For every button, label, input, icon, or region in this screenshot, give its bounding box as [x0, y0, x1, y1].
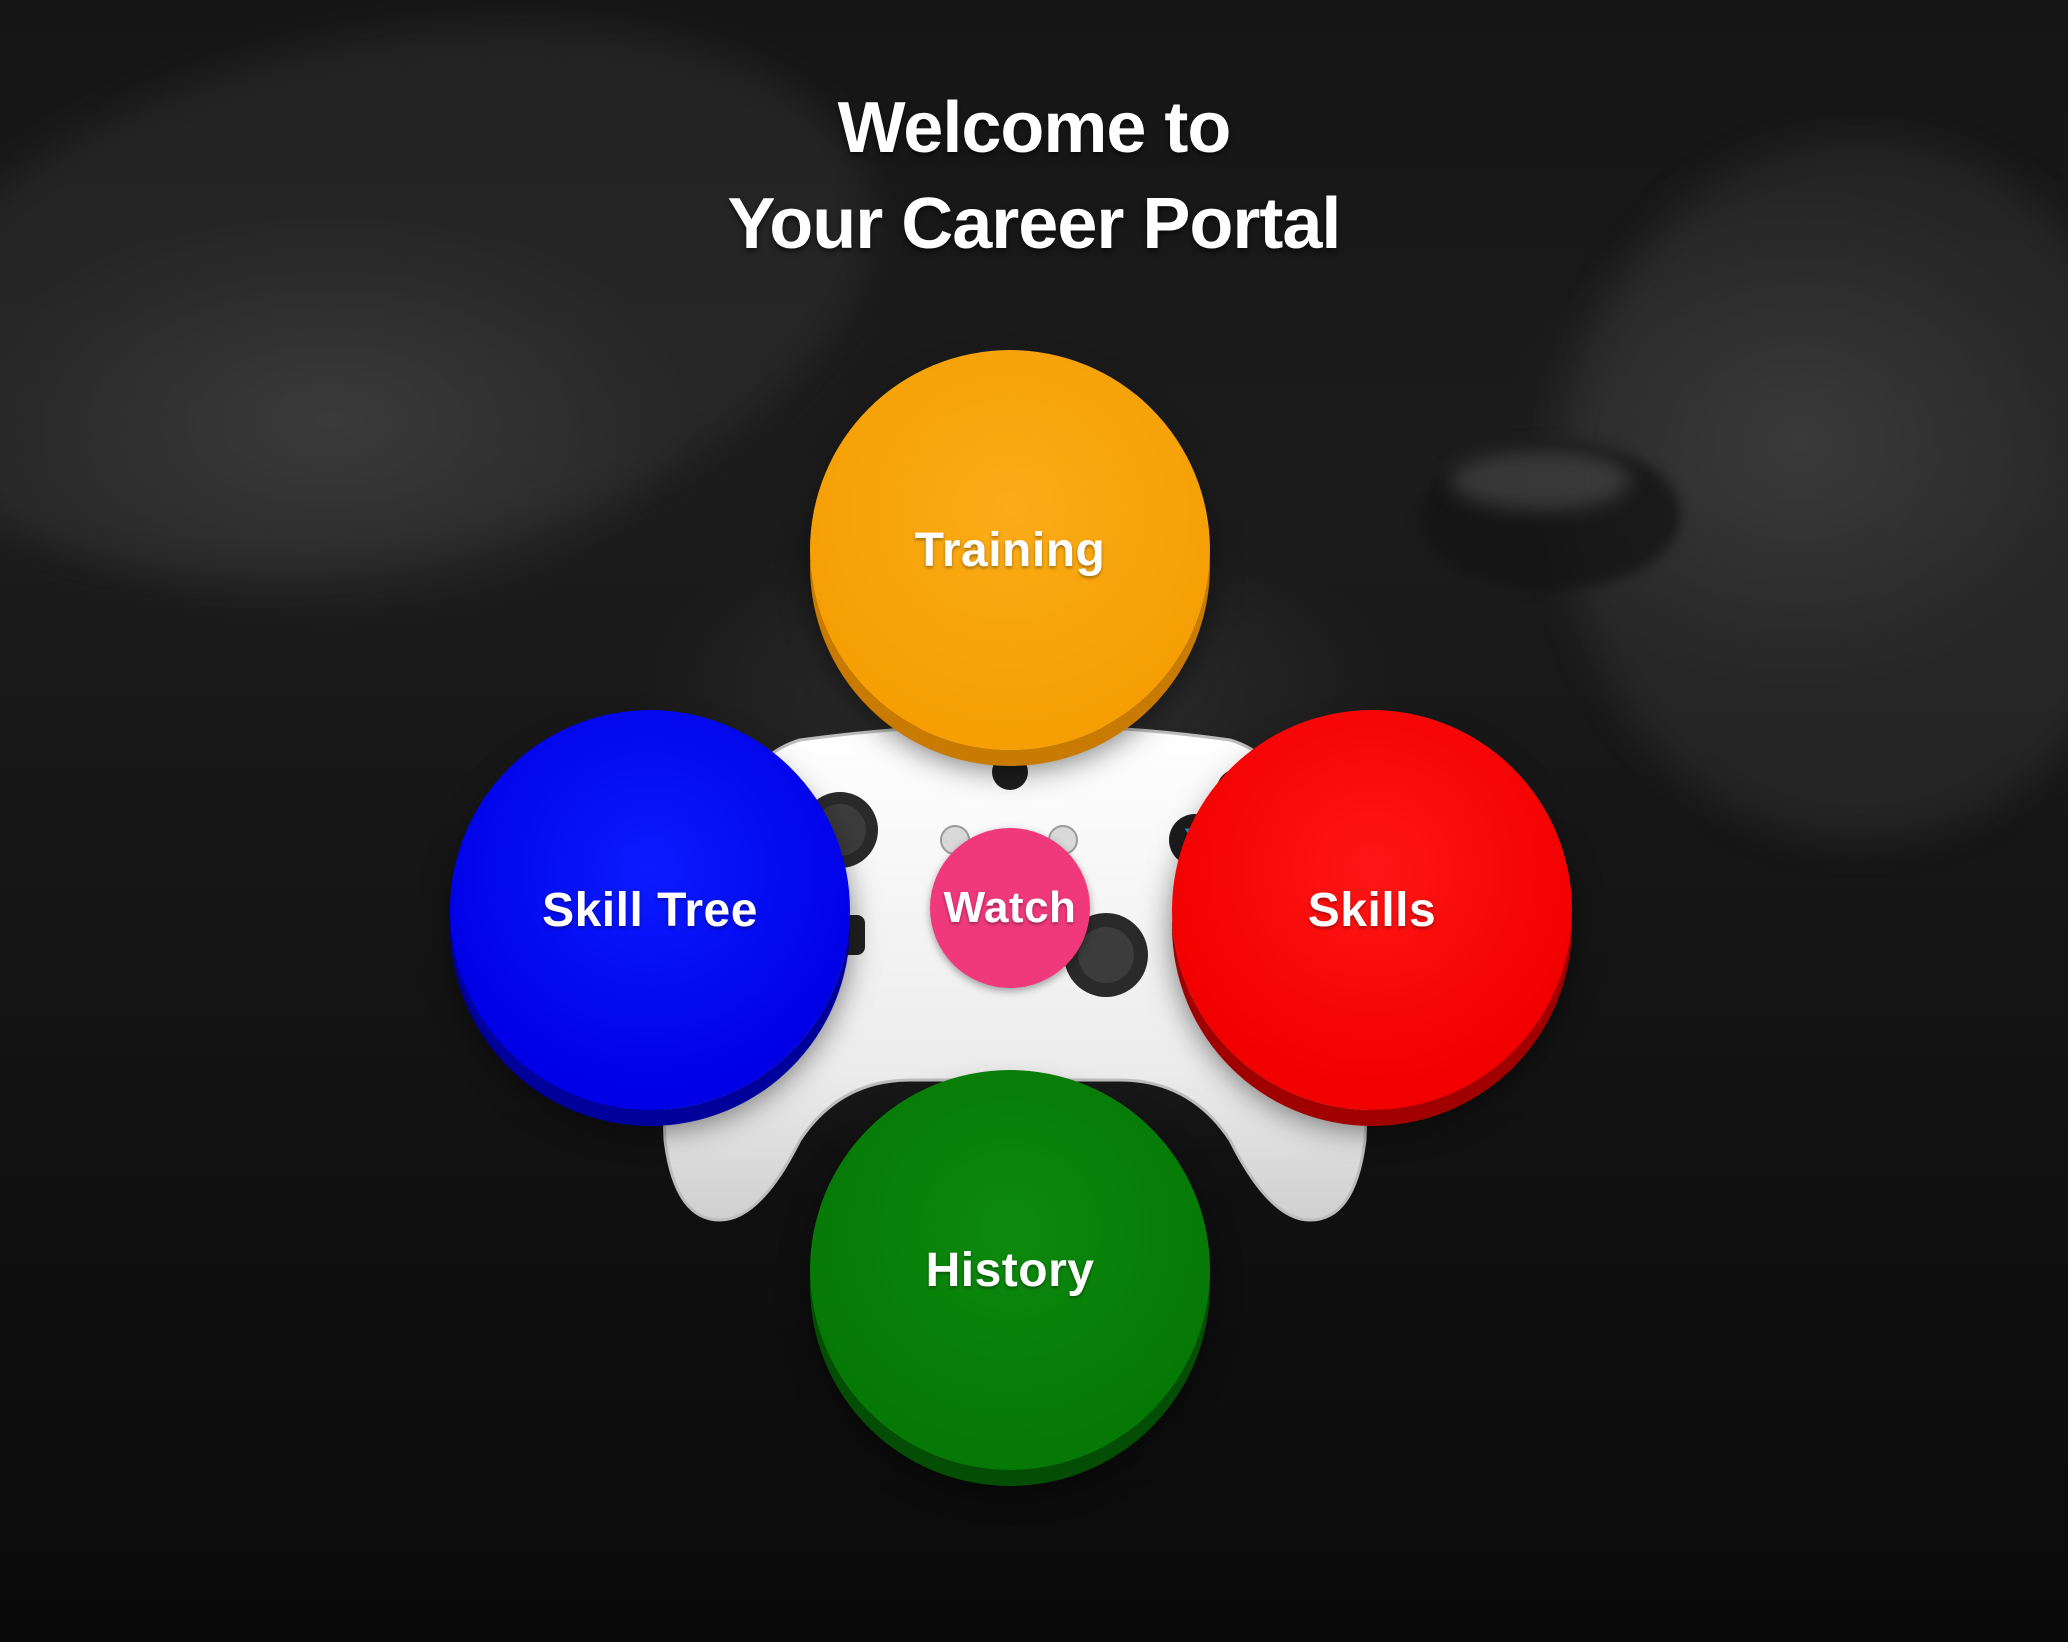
skill-tree-button[interactable]: Skill Tree — [450, 710, 850, 1110]
skills-label: Skills — [1307, 883, 1437, 937]
title-line-2: Your Career Portal — [727, 184, 1342, 264]
watch-label: Watch — [943, 883, 1077, 932]
skills-button[interactable]: Skills — [1172, 710, 1572, 1110]
history-button[interactable]: History — [810, 1070, 1210, 1470]
watch-button[interactable]: Watch — [930, 828, 1090, 988]
background-thumbstick-highlight — [1450, 450, 1630, 510]
training-button[interactable]: Training — [810, 350, 1210, 750]
skill-tree-label: Skill Tree — [542, 883, 758, 937]
history-label: History — [925, 1243, 1095, 1297]
title-line-1: Welcome to — [837, 88, 1232, 168]
page-title: Welcome to Your Career Portal — [0, 80, 2068, 272]
training-label: Training — [914, 523, 1106, 577]
